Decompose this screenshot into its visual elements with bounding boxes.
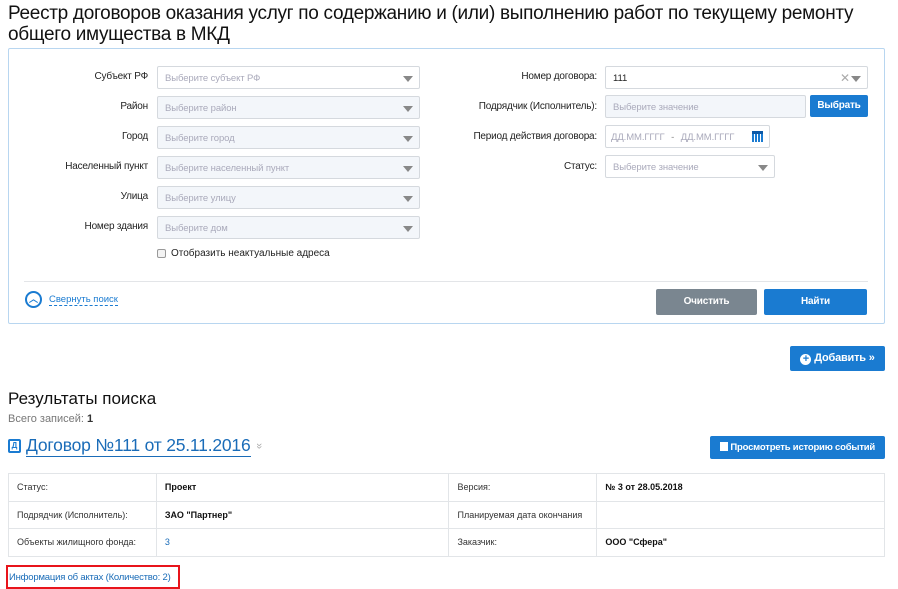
calendar-icon	[719, 442, 728, 451]
chevron-down-icon	[403, 166, 413, 172]
add-button[interactable]: + Добавить »	[790, 346, 885, 371]
total-records: Всего записей: 1	[8, 413, 93, 425]
clear-x-icon[interactable]: ✕	[840, 71, 850, 85]
cell-value	[596, 500, 885, 529]
contractor-input[interactable]: Выберите значение	[605, 95, 806, 118]
contract-link[interactable]: Договор №111 от 25.11.2016	[26, 435, 251, 457]
checkbox-box[interactable]	[157, 249, 166, 258]
status-select[interactable]: Выберите значение	[605, 155, 775, 178]
cell-value[interactable]: 3	[155, 528, 450, 557]
select-placeholder: Выберите дом	[165, 223, 228, 234]
field-label: Район	[120, 101, 148, 112]
cell-value: Проект	[155, 473, 450, 502]
show-inactive-addresses-checkbox[interactable]: Отобразить неактуальные адреса	[157, 248, 330, 259]
cell-value: ЗАО "Партнер"	[155, 500, 450, 529]
total-label: Всего записей:	[8, 413, 84, 425]
divider	[24, 281, 868, 282]
cell-label: Статус:	[8, 473, 157, 502]
page-title: Реестр договоров оказания услуг по содер…	[8, 3, 854, 45]
double-chevron-down-icon[interactable]: »	[253, 443, 265, 449]
select-placeholder: Выберите субъект РФ	[165, 73, 261, 84]
total-value: 1	[87, 413, 94, 425]
document-icon: Д	[8, 439, 21, 453]
plus-circle-icon: +	[800, 354, 812, 365]
contractor-label: Подрядчик (Исполнитель):	[478, 101, 597, 112]
period-input[interactable]: ДД.ММ.ГГГГ - ДД.ММ.ГГГГ	[605, 125, 770, 148]
contract-number-value: 111	[613, 73, 628, 84]
field-label: Улица	[120, 191, 149, 202]
table-row: Статус: Проект Версия: № 3 от 28.05.2018	[8, 473, 885, 502]
calendar-icon[interactable]	[752, 131, 763, 142]
collapse-search-link[interactable]: ︿ Свернуть поиск	[25, 291, 118, 308]
cell-value: № 3 от 28.05.2018	[596, 473, 885, 502]
cell-value: ООО "Сфера"	[596, 528, 885, 557]
acts-info-link[interactable]: Информация об актах (Количество: 2)	[9, 572, 171, 583]
add-button-label: Добавить	[814, 352, 866, 364]
chevron-down-icon	[403, 226, 413, 232]
view-history-label: Просмотреть историю событий	[730, 442, 876, 453]
table-row: Объекты жилищного фонда: 3 Заказчик: ООО "С…	[8, 528, 885, 557]
contract-number-input[interactable]: 111 ✕	[605, 66, 868, 89]
status-label: Статус:	[564, 161, 597, 172]
chevron-down-icon	[758, 165, 768, 171]
contract-header: Д Договор №111 от 25.11.2016 »	[8, 435, 265, 457]
select-contractor-button[interactable]: Выбрать	[810, 95, 868, 117]
collapse-search-label: Свернуть поиск	[49, 293, 118, 306]
cell-label: Объекты жилищного фонда:	[8, 528, 157, 557]
period-label: Период действия договора:	[473, 131, 597, 142]
chevron-down-icon	[403, 196, 413, 202]
status-placeholder: Выберите значение	[613, 162, 699, 173]
address-select[interactable]: Выберите город	[157, 126, 420, 149]
contract-details-table: Статус: Проект Версия: № 3 от 28.05.2018 Под…	[8, 473, 885, 557]
address-select[interactable]: Выберите дом	[157, 216, 420, 239]
address-select[interactable]: Выберите населенный пункт	[157, 156, 420, 179]
chevron-up-circle-icon: ︿	[25, 291, 42, 308]
period-to[interactable]: ДД.ММ.ГГГГ	[681, 132, 735, 143]
select-placeholder: Выберите улицу	[165, 193, 236, 204]
select-placeholder: Выберите город	[165, 133, 235, 144]
field-label: Субъект РФ	[94, 71, 148, 82]
field-label: Населенный пункт	[65, 161, 148, 172]
find-button[interactable]: Найти	[764, 289, 867, 315]
cell-label: Планируемая дата окончания	[448, 500, 598, 529]
contract-number-label: Номер договора:	[521, 71, 597, 82]
view-history-button[interactable]: Просмотреть историю событий	[710, 436, 885, 459]
search-panel	[8, 48, 885, 324]
table-row: Подрядчик (Исполнитель): ЗАО "Партнер" Пла…	[8, 500, 885, 529]
checkbox-label: Отобразить неактуальные адреса	[171, 248, 330, 259]
period-from[interactable]: ДД.ММ.ГГГГ	[611, 132, 665, 143]
cell-label: Подрядчик (Исполнитель):	[8, 500, 157, 529]
address-select[interactable]: Выберите улицу	[157, 186, 420, 209]
chevron-down-icon[interactable]	[851, 76, 861, 82]
select-placeholder: Выберите населенный пункт	[165, 163, 290, 174]
chevron-down-icon	[403, 136, 413, 142]
chevron-down-icon	[403, 76, 413, 82]
chevron-down-icon	[403, 106, 413, 112]
field-label: Номер здания	[84, 221, 149, 232]
period-separator: -	[671, 132, 675, 143]
address-select[interactable]: Выберите субъект РФ	[157, 66, 420, 89]
select-placeholder: Выберите район	[165, 103, 237, 114]
cell-label: Заказчик:	[448, 528, 598, 557]
cell-label: Версия:	[448, 473, 598, 502]
results-title: Результаты поиска	[8, 389, 157, 408]
address-select[interactable]: Выберите район	[157, 96, 420, 119]
double-chevron-down-icon: »	[868, 352, 875, 364]
field-label: Город	[121, 131, 148, 142]
clear-button[interactable]: Очистить	[656, 289, 757, 315]
